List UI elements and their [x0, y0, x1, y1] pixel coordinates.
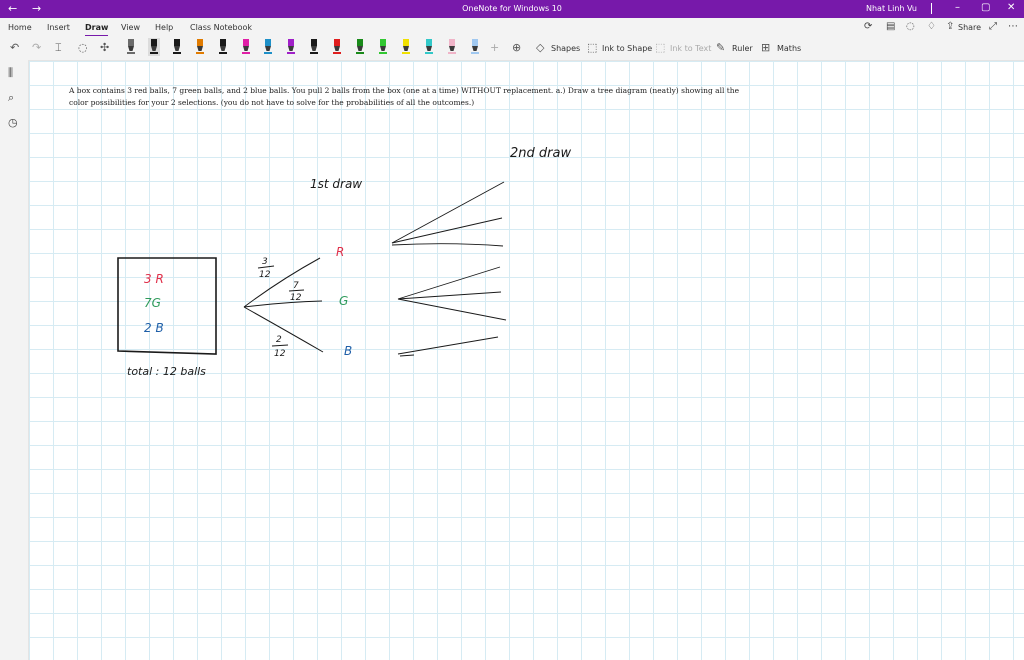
- box-green-count: 7G: [144, 296, 161, 310]
- box-red-count: 3 R: [144, 272, 164, 286]
- second-draw-label: 2nd draw: [510, 146, 571, 161]
- prob-green-numerator: 7: [293, 281, 299, 291]
- ink-drawing[interactable]: 2nd draw 1st draw 3 R 7G 2 B total : 12 …: [0, 0, 1024, 660]
- box-blue-count: 2 B: [144, 321, 164, 335]
- first-draw-label: 1st draw: [310, 177, 362, 191]
- branch-green: [243, 300, 323, 308]
- second-branch-r-1: [391, 181, 505, 244]
- total-balls-label: total : 12 balls: [127, 365, 206, 378]
- prob-blue-bar: [271, 344, 289, 347]
- node-red: R: [336, 245, 344, 259]
- prob-blue-denominator: 12: [274, 349, 286, 359]
- prob-blue-numerator: 2: [276, 335, 282, 345]
- prob-red-numerator: 3: [262, 257, 268, 267]
- second-branch-g-1: [397, 266, 501, 300]
- second-branch-b-2: [399, 354, 415, 357]
- prob-green-denominator: 12: [290, 293, 302, 303]
- ball-box: [117, 257, 217, 355]
- second-branch-g-2: [397, 291, 502, 300]
- prob-red-denominator: 12: [259, 270, 271, 280]
- second-branch-g-3: [397, 298, 507, 321]
- node-blue: B: [344, 344, 352, 358]
- node-green: G: [339, 294, 348, 308]
- second-branch-r-2: [391, 217, 503, 244]
- second-branch-r-3: [391, 243, 504, 247]
- prob-green-bar: [288, 289, 305, 292]
- branch-red: [243, 257, 321, 308]
- second-branch-b-1: [397, 336, 499, 355]
